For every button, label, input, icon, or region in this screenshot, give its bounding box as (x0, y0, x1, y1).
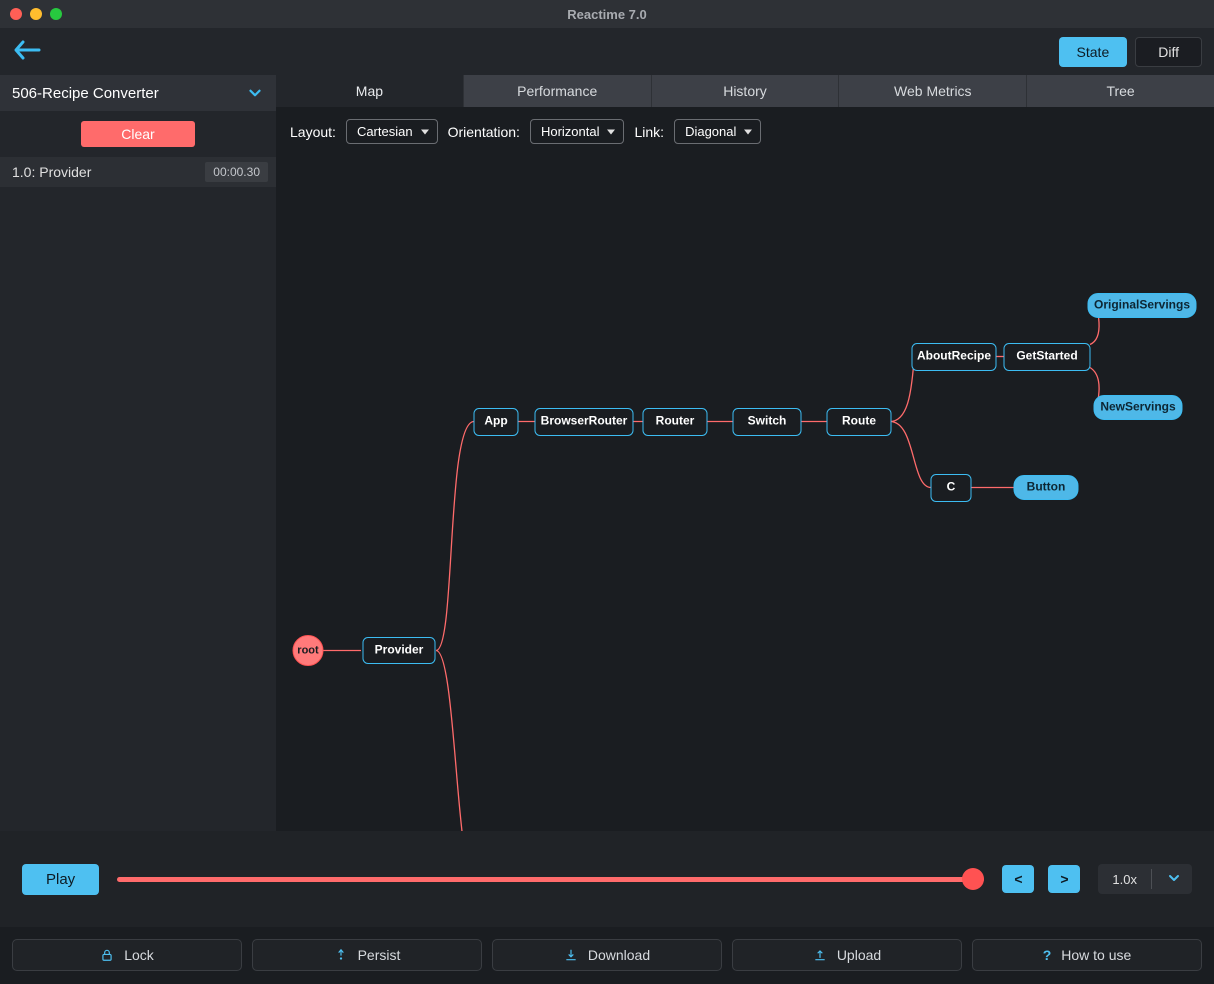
tab-web-metrics[interactable]: Web Metrics (839, 75, 1027, 107)
svg-text:Router: Router (656, 414, 695, 428)
main-panel: Map Performance History Web Metrics Tree… (276, 75, 1214, 831)
snapshot-time: 00:00.30 (205, 162, 268, 182)
playbar: Play < > 1.0x (0, 831, 1214, 927)
speed-value: 1.0x (1112, 872, 1137, 887)
component-graph[interactable]: root Provider App BrowserRouter Router S… (276, 156, 1214, 831)
speed-selector[interactable]: 1.0x (1098, 864, 1192, 894)
svg-text:Button: Button (1027, 480, 1066, 494)
sidebar-header[interactable]: 506-Recipe Converter (0, 75, 276, 111)
tabs: Map Performance History Web Metrics Tree (276, 75, 1214, 107)
minimize-window-icon[interactable] (30, 8, 42, 20)
tab-performance[interactable]: Performance (464, 75, 652, 107)
window-titlebar: Reactime 7.0 (0, 0, 1214, 28)
svg-text:Route: Route (842, 414, 876, 428)
svg-text:Switch: Switch (748, 414, 787, 428)
maximize-window-icon[interactable] (50, 8, 62, 20)
svg-text:NewServings: NewServings (1100, 400, 1176, 414)
link-select[interactable]: Diagonal (674, 119, 761, 144)
orientation-label: Orientation: (448, 124, 520, 140)
next-button[interactable]: > (1048, 865, 1080, 893)
svg-text:C: C (947, 480, 956, 494)
back-button[interactable] (12, 38, 42, 65)
question-icon: ? (1043, 947, 1052, 963)
tab-map[interactable]: Map (276, 75, 464, 107)
node-root-label: root (297, 644, 319, 656)
chevron-down-icon[interactable] (242, 80, 268, 106)
clear-button[interactable]: Clear (81, 121, 194, 147)
svg-text:AboutRecipe: AboutRecipe (917, 349, 991, 363)
window-title: Reactime 7.0 (0, 7, 1214, 22)
svg-text:Provider: Provider (375, 643, 424, 657)
svg-text:OriginalServings: OriginalServings (1094, 298, 1190, 312)
traffic-lights (10, 8, 62, 20)
close-window-icon[interactable] (10, 8, 22, 20)
snapshot-item[interactable]: 1.0: Provider 00:00.30 (0, 157, 276, 187)
prev-button[interactable]: < (1002, 865, 1034, 893)
app-name: 506-Recipe Converter (12, 85, 159, 102)
layout-label: Layout: (290, 124, 336, 140)
diff-button[interactable]: Diff (1135, 37, 1202, 67)
chevron-down-icon (1166, 870, 1182, 889)
graph-controls: Layout: Cartesian Orientation: Horizonta… (276, 107, 1214, 156)
upload-button[interactable]: Upload (732, 939, 962, 971)
link-label: Link: (634, 124, 664, 140)
svg-text:BrowserRouter: BrowserRouter (541, 414, 628, 428)
persist-button[interactable]: Persist (252, 939, 482, 971)
download-button[interactable]: Download (492, 939, 722, 971)
snapshot-label: 1.0: Provider (12, 164, 91, 180)
state-button[interactable]: State (1059, 37, 1128, 67)
slider-thumb[interactable] (962, 868, 984, 890)
sidebar: 506-Recipe Converter Clear 1.0: Provider… (0, 75, 276, 831)
tab-history[interactable]: History (652, 75, 840, 107)
svg-text:GetStarted: GetStarted (1016, 349, 1077, 363)
bottombar: Lock Persist Download Upload ? How to us… (0, 927, 1214, 983)
timeline-slider[interactable] (117, 869, 984, 889)
lock-button[interactable]: Lock (12, 939, 242, 971)
play-button[interactable]: Play (22, 864, 99, 895)
topbar: State Diff (0, 28, 1214, 75)
svg-text:App: App (484, 414, 507, 428)
tab-tree[interactable]: Tree (1027, 75, 1214, 107)
layout-select[interactable]: Cartesian (346, 119, 438, 144)
how-to-use-button[interactable]: ? How to use (972, 939, 1202, 971)
orientation-select[interactable]: Horizontal (530, 119, 625, 144)
